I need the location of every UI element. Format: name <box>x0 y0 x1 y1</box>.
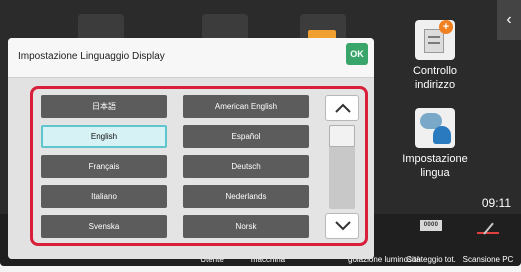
touch-screen: ‹ + Controllo indirizzo Impostazione lin… <box>0 0 521 266</box>
language-selection-frame: 日本語 American English English Español Fra… <box>30 86 368 246</box>
bottom-item-label: Conteggio tot. <box>406 255 456 264</box>
scroll-track[interactable] <box>329 125 355 209</box>
language-button[interactable]: American English <box>183 95 309 118</box>
language-button[interactable]: Nederlands <box>183 185 309 208</box>
language-button[interactable]: 日本語 <box>41 95 167 118</box>
dialog-title: Impostazione Linguaggio Display <box>18 51 165 62</box>
language-button[interactable]: English <box>41 125 167 148</box>
dialog-header: Impostazione Linguaggio Display OK <box>8 38 374 78</box>
bottom-item-counter[interactable]: 0000 Conteggio tot. <box>404 214 458 266</box>
tile-language-settings[interactable]: Impostazione lingua <box>396 108 474 180</box>
language-settings-icon <box>415 108 455 148</box>
side-panel-toggle[interactable]: ‹ <box>497 0 521 40</box>
tile-label: Impostazione lingua <box>402 153 468 179</box>
bottom-item-label: Scansione PC <box>462 255 514 264</box>
chevron-up-icon <box>335 103 351 113</box>
language-button[interactable]: Norsk <box>183 215 309 238</box>
language-button[interactable]: Italiano <box>41 185 167 208</box>
scroll-down-button[interactable] <box>325 213 359 239</box>
chevron-down-icon <box>335 221 351 231</box>
language-button[interactable]: Svenska <box>41 215 167 238</box>
language-grid: 日本語 American English English Español Fra… <box>41 95 309 239</box>
tile-label: Controllo indirizzo <box>412 65 458 91</box>
dialog-body: 日本語 American English English Español Fra… <box>8 78 374 259</box>
clock: 09:11 <box>481 196 511 210</box>
scroll-up-button[interactable] <box>325 95 359 121</box>
bottom-item-scan-pc[interactable]: Scansione PC <box>458 214 518 266</box>
scan-pc-icon <box>477 220 499 234</box>
language-button[interactable]: Deutsch <box>183 155 309 178</box>
address-check-icon: + <box>415 20 455 60</box>
scroll-thumb[interactable] <box>329 125 355 147</box>
ok-button[interactable]: OK <box>346 43 368 65</box>
language-button[interactable]: Français <box>41 155 167 178</box>
language-dialog: Impostazione Linguaggio Display OK 日本語 A… <box>8 38 374 259</box>
language-button[interactable]: Español <box>183 125 309 148</box>
device-bezel: ‹ + Controllo indirizzo Impostazione lin… <box>0 0 521 272</box>
scroll-column <box>325 95 359 239</box>
counter-icon: 0000 <box>420 220 442 231</box>
tile-address-check[interactable]: + Controllo indirizzo <box>396 20 474 92</box>
